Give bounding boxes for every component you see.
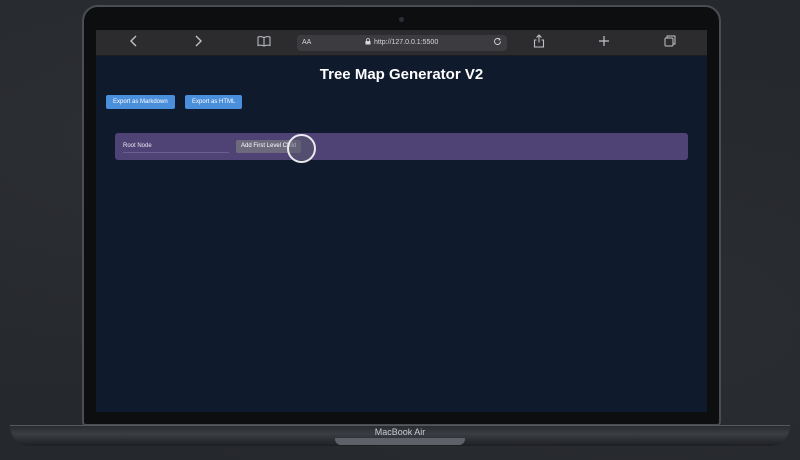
laptop-screen: AA http://127.0.0.1:5500 Tree Map Genera… <box>96 30 707 412</box>
plus-icon[interactable] <box>595 34 613 52</box>
camera <box>399 17 404 22</box>
tree-root-row: Add First Level Child <box>115 133 688 160</box>
device-label: MacBook Air <box>374 427 426 437</box>
export-markdown-button[interactable]: Export as Markdown <box>106 95 175 109</box>
page-title: Tree Map Generator V2 <box>319 66 484 83</box>
lock-icon <box>365 35 371 51</box>
cursor-highlight <box>287 134 316 163</box>
browser-toolbar: AA http://127.0.0.1:5500 <box>96 30 707 56</box>
laptop-notch <box>335 438 465 445</box>
share-icon[interactable] <box>530 34 548 52</box>
root-node-input[interactable] <box>123 140 229 153</box>
tabs-icon[interactable] <box>661 34 679 52</box>
export-html-button[interactable]: Export as HTML <box>185 95 243 109</box>
book-icon[interactable] <box>255 34 273 52</box>
reload-icon[interactable] <box>493 35 502 51</box>
url-text: http://127.0.0.1:5500 <box>374 39 439 46</box>
chevron-left-icon[interactable] <box>125 34 143 52</box>
chevron-right-icon[interactable] <box>189 34 207 52</box>
reader-aa-label[interactable]: AA <box>302 35 311 51</box>
address-bar[interactable]: AA http://127.0.0.1:5500 <box>297 35 507 51</box>
